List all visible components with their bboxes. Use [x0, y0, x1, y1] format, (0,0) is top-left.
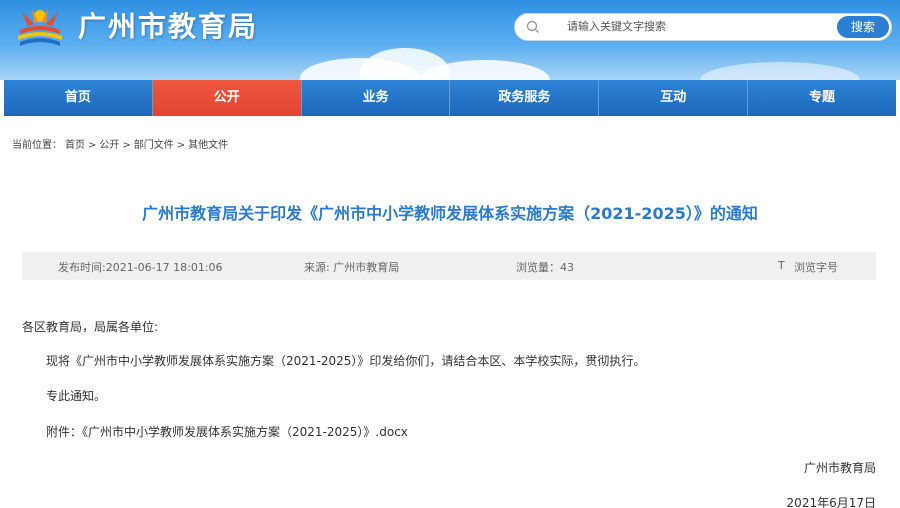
search-button[interactable]: 搜索	[837, 16, 889, 38]
signature-date: 2021年6月17日	[786, 496, 876, 508]
nav-item-business[interactable]: 业务	[301, 80, 451, 116]
breadcrumb-item-other-files[interactable]: 其他文件	[188, 140, 228, 151]
breadcrumb-separator: >	[88, 140, 97, 151]
breadcrumb-item-dept-files[interactable]: 部门文件	[134, 140, 174, 151]
breadcrumb-separator: >	[176, 140, 186, 151]
attachment-prefix: 附件：	[46, 425, 83, 439]
font-size-icon[interactable]: T	[778, 259, 785, 272]
site-header: 广州市教育局 搜索	[0, 0, 900, 80]
site-name[interactable]: 广州市教育局	[78, 5, 258, 45]
body-paragraph: 现将《广州市中小学教师发展体系实施方案（2021-2025）》印发给你们，请结合…	[46, 354, 646, 368]
attachment-link[interactable]: 《广州市中小学教师发展体系实施方案（2021-2025）》.docx	[82, 425, 408, 439]
search-input[interactable]	[567, 18, 827, 36]
article-title: 广州市教育局关于印发《广州市中小学教师发展体系实施方案（2021-2025）》的…	[142, 204, 758, 223]
salutation: 各区教育局，局属各单位:	[22, 320, 159, 334]
nav-item-public[interactable]: 公开	[152, 80, 302, 116]
breadcrumb-item-public[interactable]: 公开	[99, 140, 119, 151]
article-source: 来源: 广州市教育局	[304, 261, 400, 274]
breadcrumb-item-home[interactable]: 首页	[65, 140, 85, 151]
view-count: 浏览量：43	[516, 261, 574, 274]
publish-time: 发布时间:2021-06-17 18:01:06	[58, 261, 223, 274]
search-icon	[526, 20, 539, 33]
search-box: 搜索	[514, 13, 892, 41]
main-nav: 首页 公开 业务 政务服务 互动 专题	[4, 80, 896, 116]
nav-item-interaction[interactable]: 互动	[599, 80, 749, 116]
font-size-toggle[interactable]: 浏览字号	[794, 259, 838, 275]
breadcrumb-separator: >	[122, 140, 131, 151]
nav-item-home[interactable]: 首页	[4, 80, 153, 116]
article-meta-bar: 发布时间:2021-06-17 18:01:06 来源: 广州市教育局 浏览量：…	[22, 252, 876, 280]
attachment-row: 附件：《广州市中小学教师发展体系实施方案（2021-2025）》.docx	[46, 423, 408, 440]
cloud-decoration	[700, 62, 860, 80]
education-bureau-logo-icon[interactable]	[14, 4, 66, 48]
nav-item-gov-services[interactable]: 政务服务	[450, 80, 600, 116]
closing-paragraph: 专此通知。	[46, 389, 107, 403]
nav-item-topics[interactable]: 专题	[748, 80, 896, 116]
breadcrumb: 当前位置： 首页 > 公开 > 部门文件 > 其他文件	[12, 136, 231, 151]
breadcrumb-prefix: 当前位置：	[12, 140, 62, 151]
signature: 广州市教育局	[803, 461, 876, 475]
